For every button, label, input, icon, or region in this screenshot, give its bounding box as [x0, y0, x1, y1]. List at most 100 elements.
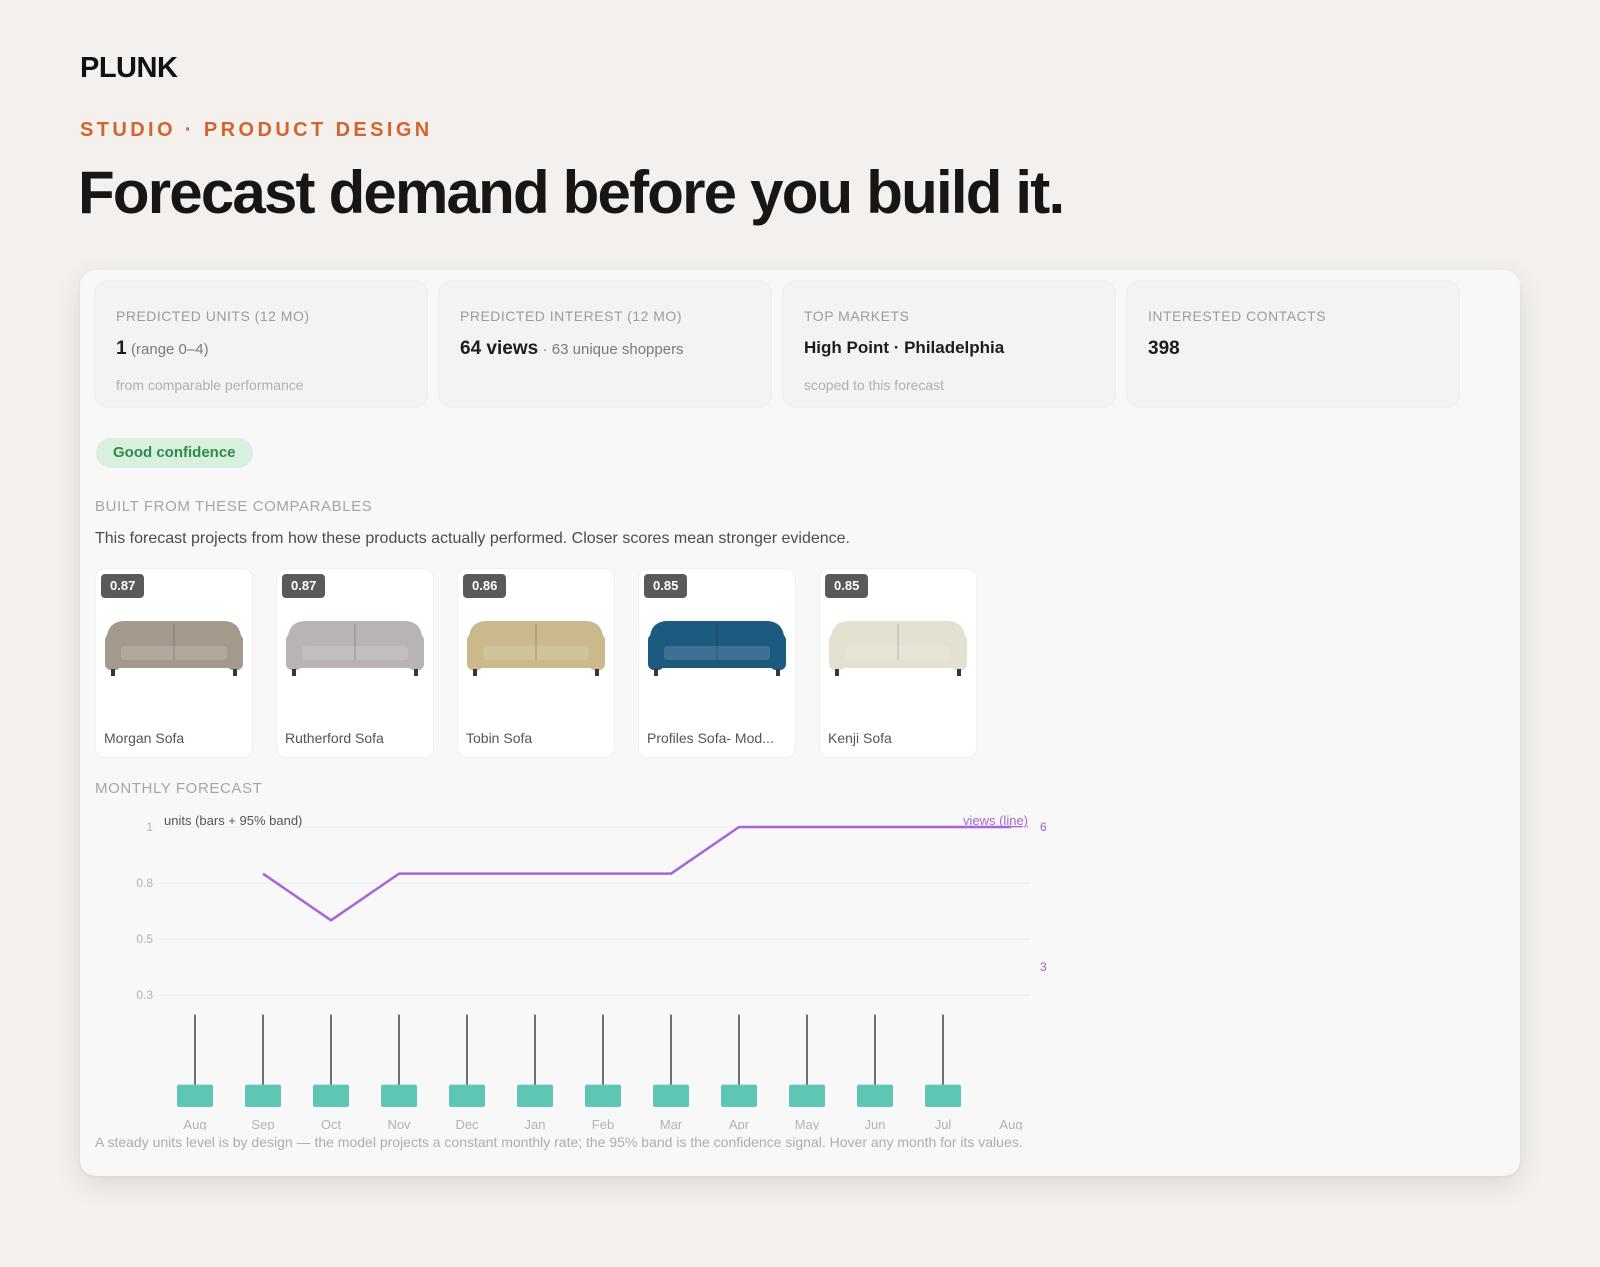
- comparable-name: Morgan Sofa: [104, 730, 185, 746]
- metric-subtext: scoped to this forecast: [804, 377, 945, 393]
- right-axis-tick-label: 6: [1040, 820, 1047, 834]
- metric-card-interested-contacts: INTERESTED CONTACTS 398: [1126, 280, 1460, 408]
- similarity-score-badge: 0.87: [101, 574, 145, 598]
- x-axis-tick-label: Apr: [729, 1117, 750, 1130]
- x-axis-tick-label: Oct: [321, 1117, 342, 1130]
- x-axis-tick-label: Nov: [387, 1117, 411, 1130]
- right-axis-tick-label: 3: [1040, 960, 1047, 974]
- units-bar: [449, 1084, 485, 1107]
- comparable-name: Profiles Sofa- Mod...: [647, 730, 774, 746]
- left-axis-label: units (bars + 95% band): [164, 813, 302, 828]
- x-axis-tick-label: Jan: [525, 1117, 546, 1130]
- y-axis-tick-label: 0.8: [136, 876, 153, 890]
- sofa-left-arm: [286, 634, 302, 670]
- x-axis-tick-label: Dec: [455, 1117, 479, 1130]
- sofa-left-arm: [829, 634, 845, 670]
- forecast-footnote: A steady units level is by design — the …: [95, 1134, 1023, 1150]
- comparable-name: Rutherford Sofa: [285, 730, 384, 746]
- metric-label: PREDICTED UNITS (12 MO): [116, 308, 310, 324]
- sofa-left-arm: [467, 634, 483, 670]
- similarity-score-badge: 0.85: [644, 574, 688, 598]
- x-axis-tick-label: Feb: [592, 1117, 614, 1130]
- sofa-left-arm: [105, 634, 121, 670]
- units-bar: [789, 1084, 825, 1107]
- comparable-card-profiles-sofa[interactable]: 0.85 Profiles Sofa- Mod...: [638, 568, 796, 758]
- metric-value: 64 views: [460, 338, 539, 359]
- comparable-card-kenji-sofa[interactable]: 0.85 Kenji Sofa: [819, 568, 977, 758]
- confidence-badge: Good confidence: [96, 438, 253, 468]
- metric-value: High Point · Philadelphia: [804, 338, 1005, 357]
- units-bar: [585, 1084, 621, 1107]
- views-line: [262, 825, 1011, 922]
- y-axis-tick-label: 1: [146, 820, 153, 834]
- units-bar: [381, 1084, 417, 1107]
- similarity-score-badge: 0.86: [463, 574, 507, 598]
- units-bar: [721, 1084, 757, 1107]
- sofa-right-arm: [589, 634, 605, 670]
- sofa-left-arm: [648, 634, 664, 670]
- sofa-image: [105, 621, 243, 676]
- metric-label: INTERESTED CONTACTS: [1148, 308, 1327, 324]
- x-axis-tick-label: Aug: [999, 1117, 1022, 1130]
- sofa-image: [648, 621, 786, 676]
- y-axis-tick-label: 0.3: [136, 988, 153, 1002]
- metric-card-top-markets: TOP MARKETS High Point · Philadelphia sc…: [782, 280, 1116, 408]
- units-bar: [925, 1084, 961, 1107]
- sofa-leg: [111, 669, 115, 676]
- comparable-card-tobin-sofa[interactable]: 0.86 Tobin Sofa: [457, 568, 615, 758]
- similarity-score-badge: 0.87: [282, 574, 326, 598]
- metric-detail: · 63 unique shoppers: [542, 341, 684, 358]
- units-bar: [245, 1084, 281, 1107]
- units-bar: [177, 1084, 213, 1107]
- monthly-forecast-chart[interactable]: 10.80.50.363units (bars + 95% band) views…: [80, 800, 1140, 1130]
- sofa-leg: [595, 669, 599, 676]
- sofa-right-arm: [951, 634, 967, 670]
- sofa-leg: [414, 669, 418, 676]
- sofa-leg: [292, 669, 296, 676]
- sofa-leg: [233, 669, 237, 676]
- sofa-right-arm: [770, 634, 786, 670]
- sofa-right-arm: [408, 634, 424, 670]
- units-bar: [313, 1084, 349, 1107]
- units-bar: [653, 1084, 689, 1107]
- y-axis-tick-label: 0.5: [136, 932, 153, 946]
- metric-card-predicted-interest: PREDICTED INTEREST (12 MO) 64 views · 63…: [438, 280, 772, 408]
- units-bar: [857, 1084, 893, 1107]
- x-axis-tick-label: Jul: [935, 1117, 952, 1130]
- brand-logo[interactable]: PLUNK: [80, 52, 178, 85]
- metric-value-row: 64 views · 63 unique shoppers: [460, 338, 684, 360]
- metric-value-row: 398: [1148, 338, 1180, 360]
- comparable-name: Tobin Sofa: [466, 730, 533, 746]
- sofa-image: [467, 621, 605, 676]
- x-axis-tick-label: Mar: [660, 1117, 683, 1130]
- metric-value: 1: [116, 338, 127, 359]
- units-bar: [517, 1084, 553, 1107]
- comparable-card-morgan-sofa[interactable]: 0.87 Morgan Sofa: [95, 568, 253, 758]
- comparables-heading: BUILT FROM THESE COMPARABLES: [95, 498, 373, 515]
- metric-label: TOP MARKETS: [804, 308, 910, 324]
- metric-card-predicted-units: PREDICTED UNITS (12 MO) 1 (range 0–4) fr…: [94, 280, 428, 408]
- sofa-leg: [835, 669, 839, 676]
- x-axis-tick-label: Sep: [251, 1117, 274, 1130]
- sofa-leg: [654, 669, 658, 676]
- monthly-forecast-heading: MONTHLY FORECAST: [95, 780, 263, 797]
- sofa-leg: [957, 669, 961, 676]
- x-axis-tick-label: May: [795, 1117, 820, 1130]
- sofa-right-arm: [227, 634, 243, 670]
- page-title: Forecast demand before you build it.: [78, 159, 1065, 226]
- x-axis-tick-label: Aug: [183, 1117, 206, 1130]
- forecast-card: PREDICTED UNITS (12 MO) 1 (range 0–4) fr…: [80, 270, 1520, 1176]
- sofa-image: [829, 621, 967, 676]
- comparable-card-rutherford-sofa[interactable]: 0.87 Rutherford Sofa: [276, 568, 434, 758]
- eyebrow-label: STUDIO · PRODUCT DESIGN: [80, 119, 433, 141]
- metric-detail: (range 0–4): [131, 341, 209, 358]
- sofa-leg: [776, 669, 780, 676]
- sofa-leg: [473, 669, 477, 676]
- comparable-name: Kenji Sofa: [828, 730, 892, 746]
- metric-value: 398: [1148, 338, 1180, 359]
- metric-label: PREDICTED INTEREST (12 MO): [460, 308, 682, 324]
- metric-subtext: from comparable performance: [116, 377, 304, 393]
- x-axis-tick-label: Jun: [865, 1117, 886, 1130]
- metric-value-row: High Point · Philadelphia: [804, 338, 1004, 358]
- sofa-image: [286, 621, 424, 676]
